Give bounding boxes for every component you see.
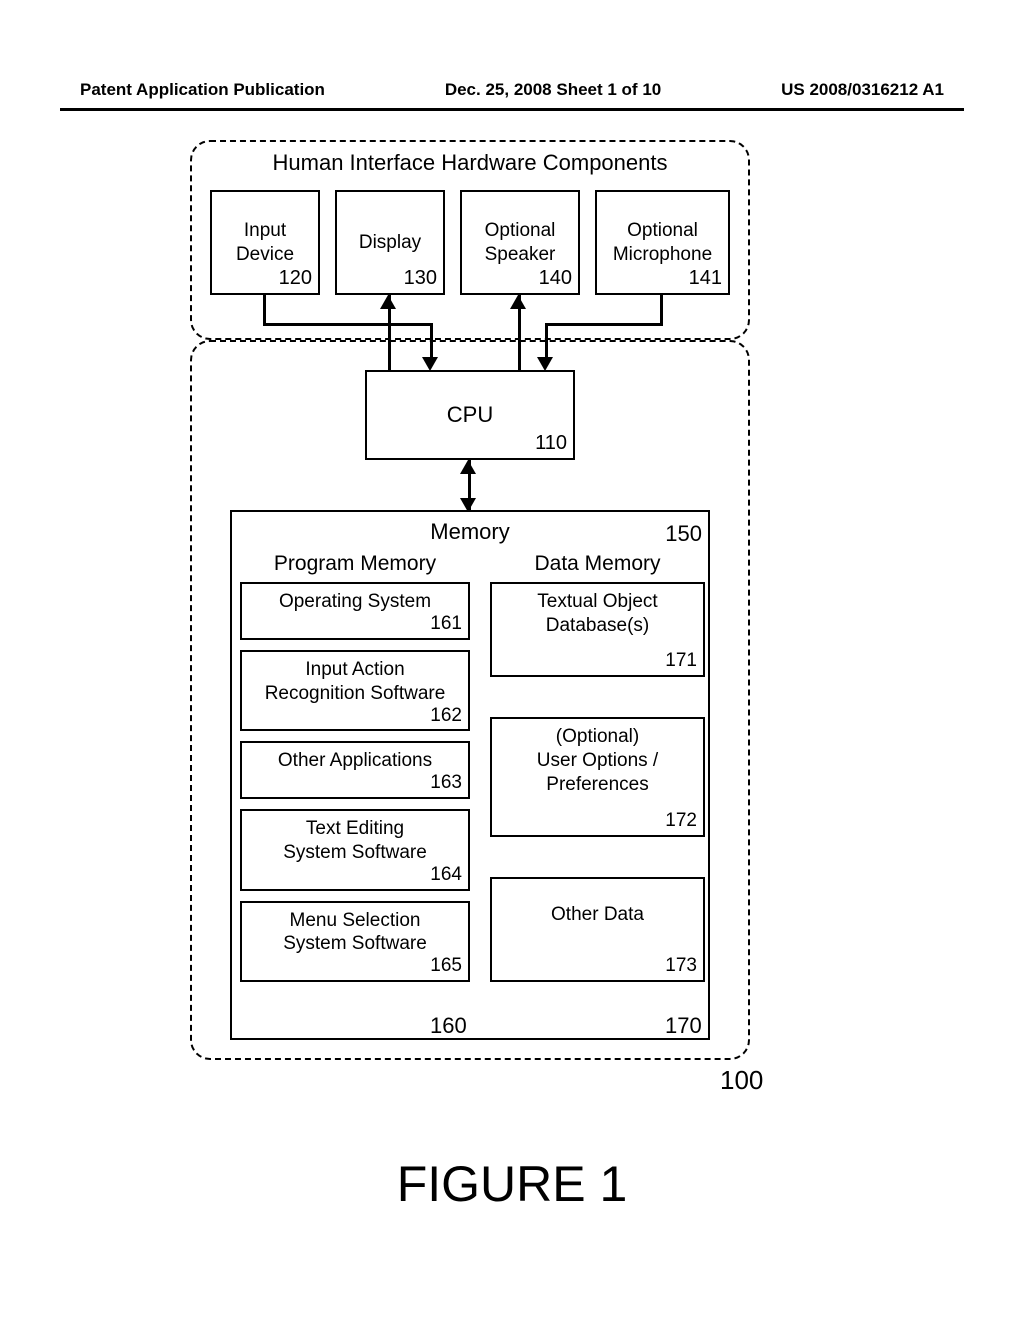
input-recognition-ref: 162: [430, 704, 462, 728]
page-header: Patent Application Publication Dec. 25, …: [80, 80, 944, 100]
cpu-label: CPU: [447, 401, 493, 429]
arrowhead-icon: [380, 295, 396, 309]
other-data-ref: 173: [665, 954, 697, 978]
other-apps-label: Other Applications: [278, 750, 432, 771]
microphone-block: Optional Microphone 141: [595, 190, 730, 295]
input-device-label: Input Device: [236, 219, 294, 267]
input-device-ref: 120: [279, 266, 312, 291]
microphone-label: Optional Microphone: [613, 219, 712, 267]
textual-db-ref: 171: [665, 649, 697, 673]
text-editing-block: Text Editing System Software 164: [240, 809, 470, 891]
cpu-ref: 110: [535, 431, 567, 456]
header-right: US 2008/0316212 A1: [781, 80, 944, 100]
cpu-block: CPU 110: [365, 370, 575, 460]
arrowhead-icon: [510, 295, 526, 309]
memory-label: Memory: [232, 518, 708, 546]
display-ref: 130: [404, 266, 437, 291]
data-memory-title: Data Memory: [490, 552, 705, 576]
menu-selection-block: Menu Selection System Software 165: [240, 901, 470, 983]
memory-ref: 150: [665, 520, 702, 548]
speaker-block: Optional Speaker 140: [460, 190, 580, 295]
program-memory-title: Program Memory: [240, 552, 470, 576]
arrowhead-icon: [422, 357, 438, 371]
other-data-label: Other Data: [551, 904, 644, 925]
data-memory-column: Data Memory Textual Object Database(s) 1…: [490, 552, 705, 992]
arrowhead-icon: [460, 460, 476, 474]
speaker-label: Optional Speaker: [485, 219, 556, 267]
connector: [263, 295, 266, 325]
os-block: Operating System 161: [240, 582, 470, 640]
program-memory-ref: 160: [430, 1013, 467, 1039]
textual-db-label: Textual Object Database(s): [537, 591, 657, 636]
text-editing-label: Text Editing System Software: [283, 818, 427, 863]
input-device-block: Input Device 120: [210, 190, 320, 295]
other-apps-ref: 163: [430, 771, 462, 795]
connector: [660, 295, 663, 325]
user-options-ref: 172: [665, 809, 697, 833]
input-recognition-label: Input Action Recognition Software: [265, 659, 446, 704]
textual-db-block: Textual Object Database(s) 171: [490, 582, 705, 677]
menu-selection-ref: 165: [430, 954, 462, 978]
connector: [263, 323, 433, 326]
connector: [545, 323, 548, 359]
arrowhead-icon: [537, 357, 553, 371]
header-center: Dec. 25, 2008 Sheet 1 of 10: [445, 80, 661, 100]
data-memory-ref: 170: [665, 1013, 702, 1039]
text-editing-ref: 164: [430, 863, 462, 887]
hardware-section-title: Human Interface Hardware Components: [192, 150, 748, 176]
program-memory-column: Program Memory Operating System 161 Inpu…: [240, 552, 470, 992]
connector: [430, 323, 433, 359]
system-ref: 100: [720, 1065, 763, 1096]
other-apps-block: Other Applications 163: [240, 741, 470, 799]
display-block: Display 130: [335, 190, 445, 295]
header-left: Patent Application Publication: [80, 80, 325, 100]
os-ref: 161: [430, 612, 462, 636]
header-rule: [60, 108, 964, 111]
os-label: Operating System: [279, 591, 431, 612]
menu-selection-label: Menu Selection System Software: [283, 910, 427, 955]
connector: [545, 323, 663, 326]
figure-label: FIGURE 1: [0, 1155, 1024, 1213]
user-options-block: (Optional) User Options / Preferences 17…: [490, 717, 705, 837]
user-options-label: (Optional) User Options / Preferences: [537, 726, 658, 795]
microphone-ref: 141: [689, 266, 722, 291]
input-recognition-block: Input Action Recognition Software 162: [240, 650, 470, 732]
speaker-ref: 140: [539, 266, 572, 291]
diagram-container: Human Interface Hardware Components Inpu…: [190, 140, 750, 1060]
other-data-block: Other Data 173: [490, 877, 705, 982]
display-label: Display: [359, 231, 421, 255]
